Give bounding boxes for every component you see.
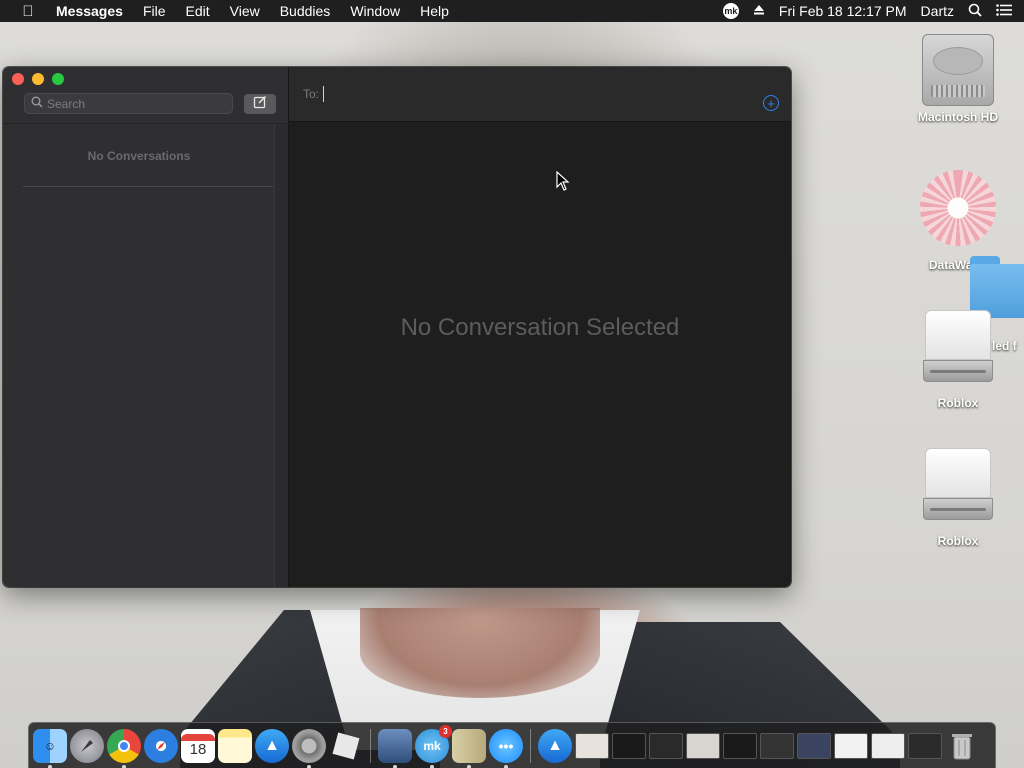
desktop-icon-roblox-2[interactable]: Roblox [903, 448, 1013, 548]
empty-state-label: No Conversation Selected [400, 314, 680, 341]
menu-bar-status-area: mk Fri Feb 18 12:17 PM Dartz [722, 3, 1024, 20]
recipient-input[interactable] [323, 86, 724, 102]
dock-app-store-download-icon[interactable]: ▲ [538, 728, 572, 763]
conversation-list-divider [23, 186, 273, 187]
menu-bar-user[interactable]: Dartz [921, 3, 954, 19]
sidebar-scrollbar[interactable] [274, 124, 288, 587]
conversation-pane: To: + No Conversation Selected [289, 67, 791, 587]
menu-buddies[interactable]: Buddies [270, 3, 341, 19]
dock-minimized-window-thumbnail[interactable] [834, 732, 868, 759]
dock-minimized-window-thumbnail[interactable] [723, 732, 757, 759]
dock-messages-icon[interactable]: ••• [489, 728, 523, 768]
dock-chrome-icon[interactable] [107, 728, 141, 768]
dock-trash-icon[interactable] [945, 729, 979, 763]
compose-button[interactable] [244, 94, 276, 114]
dock-notes-icon[interactable] [218, 728, 252, 763]
dock-roblox-icon[interactable] [329, 729, 363, 763]
menu-file[interactable]: File [133, 3, 176, 19]
dock-system-preferences-icon[interactable] [292, 728, 326, 768]
menu-bar:  Messages File Edit View Buddies Window… [0, 0, 1024, 22]
plus-icon: + [767, 95, 775, 111]
minimize-window-button[interactable] [32, 73, 44, 85]
mk-app-label: mk [423, 738, 441, 753]
notification-center-icon[interactable] [996, 3, 1012, 19]
menu-bar-clock[interactable]: Fri Feb 18 12:17 PM [779, 3, 907, 19]
conversations-sidebar: No Conversations [3, 67, 289, 587]
desktop-icon-roblox-1[interactable]: Roblox [903, 310, 1013, 410]
desktop-icon-label: Macintosh HD [917, 110, 998, 124]
spotlight-search-icon[interactable] [968, 3, 982, 20]
dock: ☺ 18 ▲ mk 3 ••• ▲ [28, 722, 996, 768]
dock-minimized-window-thumbnail[interactable] [686, 732, 720, 759]
no-conversations-label: No Conversations [87, 149, 191, 163]
mk-status-icon[interactable]: mk [722, 3, 739, 19]
dock-calendar-icon[interactable]: 18 [181, 728, 215, 763]
dock-finder-icon[interactable]: ☺ [33, 728, 67, 768]
add-recipient-button[interactable]: + [763, 95, 779, 111]
desktop-icon-macintosh-hd[interactable]: Macintosh HD [903, 34, 1013, 124]
dock-minimized-window-thumbnail[interactable] [612, 732, 646, 759]
apple-menu-icon[interactable]:  [0, 3, 56, 20]
wallpaper-face [360, 608, 600, 698]
menu-help[interactable]: Help [410, 3, 459, 19]
dock-minimized-window-thumbnail[interactable] [908, 732, 942, 759]
calendar-day: 18 [189, 740, 207, 758]
menu-window[interactable]: Window [340, 3, 410, 19]
menu-view[interactable]: View [220, 3, 270, 19]
compose-icon [253, 95, 267, 114]
close-window-button[interactable] [12, 73, 24, 85]
dock-minimized-window-thumbnail[interactable] [575, 732, 609, 759]
sidebar-divider [3, 123, 289, 124]
window-controls [12, 73, 64, 85]
to-label: To: [303, 87, 320, 101]
menu-edit[interactable]: Edit [176, 3, 220, 19]
eject-icon[interactable] [753, 3, 765, 19]
desktop-icon-label: Roblox [937, 534, 979, 548]
dock-preview-icon[interactable] [378, 728, 412, 768]
dock-app-store-icon[interactable]: ▲ [255, 728, 289, 763]
external-drive-icon [923, 310, 993, 386]
dock-launchpad-icon[interactable] [70, 728, 104, 763]
menu-app-name[interactable]: Messages [56, 3, 133, 19]
dock-minimized-window-thumbnail[interactable] [760, 732, 794, 759]
desktop-icon-label: Roblox [937, 396, 979, 410]
mk-notification-badge: 3 [439, 724, 452, 738]
search-icon [31, 95, 43, 113]
dock-safari-icon[interactable] [144, 728, 178, 763]
dock-minimized-window-thumbnail[interactable] [871, 732, 905, 759]
datawagon-app-icon [920, 170, 996, 246]
dock-minimized-window-thumbnail[interactable] [797, 732, 831, 759]
dock-minimized-window-thumbnail[interactable] [649, 732, 683, 759]
dock-separator [370, 728, 371, 763]
dock-textedit-icon[interactable] [452, 728, 486, 768]
hard-drive-icon [922, 34, 994, 106]
recipient-bar: To: + [289, 67, 791, 122]
zoom-window-button[interactable] [52, 73, 64, 85]
folder-icon[interactable] [970, 256, 1024, 318]
search-field[interactable] [24, 93, 233, 114]
dock-separator [530, 728, 531, 763]
search-input[interactable] [47, 96, 227, 111]
external-drive-icon [923, 448, 993, 524]
dock-mk-app-icon[interactable]: mk 3 [415, 724, 452, 768]
messages-window: No Conversations To: + No Conversation S… [3, 67, 791, 587]
